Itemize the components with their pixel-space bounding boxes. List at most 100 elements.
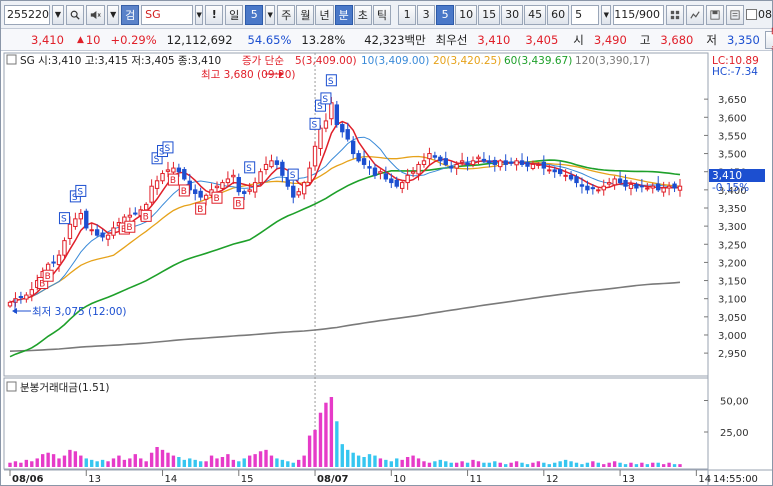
time-axis: 08/06 13 14 15 08/07 10 11 12 13 14 14:55:00 [9, 470, 758, 485]
tick-button-30[interactable]: 30 [501, 4, 524, 25]
candle-body [410, 171, 416, 174]
volume-bar [258, 451, 263, 467]
volume-bar [95, 461, 99, 467]
time-tick-label: 11 [470, 474, 483, 485]
indicator-tool-button[interactable] [686, 4, 704, 25]
volume-bar [51, 454, 56, 467]
high-label: 고 [639, 32, 651, 47]
legend-checkbox-icon[interactable] [6, 54, 17, 65]
tick-button-1[interactable]: 1 [398, 4, 417, 25]
volume-bar [84, 458, 88, 467]
interval-button-0[interactable]: 주 [277, 4, 296, 25]
period-dropdown-button[interactable]: ▼ [265, 4, 276, 25]
count-dropdown-button[interactable]: ▼ [601, 4, 612, 25]
count-select[interactable]: 5 [571, 4, 600, 25]
ma120-legend: 120(3,390,17) [575, 55, 650, 67]
interval-button-5[interactable]: 틱 [372, 4, 391, 25]
candle-body [165, 169, 171, 172]
candle-body [171, 167, 176, 173]
buy-button[interactable]: 매수 [764, 25, 773, 55]
alert-button[interactable]: ! [205, 4, 224, 25]
candle-body [514, 160, 519, 166]
candle-body [568, 174, 574, 180]
tick-button-15[interactable]: 15 [478, 4, 501, 25]
bid-price-1: 3,410 [477, 32, 511, 47]
trend-line-icon [690, 10, 700, 19]
time-checkbox[interactable]: 08 [746, 8, 772, 21]
volume-bar [618, 462, 622, 467]
ma60-legend: 60(3,439.67) [504, 55, 572, 67]
candle-body [24, 294, 29, 300]
speaker-dropdown-button[interactable]: ▼ [107, 4, 120, 25]
volume-bar [574, 462, 579, 467]
stock-code-input[interactable]: 255220 [4, 4, 50, 25]
price-tick-label: 3,650 [718, 95, 747, 106]
time-tick-label: 08/06 [12, 474, 44, 485]
candle-body [623, 179, 628, 187]
candle-body [323, 120, 329, 129]
interval-button-2[interactable]: 년 [315, 4, 334, 25]
interval-button-1[interactable]: 월 [296, 4, 315, 25]
range-field[interactable]: 115/900 [613, 4, 664, 25]
volume-bar [400, 459, 404, 467]
high-price: 3,680 [660, 32, 694, 47]
candle-body [634, 183, 639, 189]
low-marker-label: 최저 3,075 (12:00) [32, 306, 127, 318]
volume-bar [465, 462, 470, 467]
candle-body [465, 162, 470, 165]
candle-body [274, 160, 280, 165]
volume-bar [667, 462, 671, 467]
settings-button[interactable] [726, 4, 744, 25]
stock-name-field[interactable]: SG [141, 4, 194, 25]
speaker-button[interactable] [86, 4, 106, 25]
candle-body [291, 185, 296, 198]
tick-button-5[interactable]: 5 [436, 4, 455, 25]
candle-body [421, 160, 427, 165]
price-chart[interactable]: 3,6503,6003,5503,5003,4503,4003,3503,300… [1, 51, 772, 485]
candle-body [149, 185, 154, 203]
period-select[interactable]: 5 [245, 4, 264, 25]
candle-body [127, 214, 133, 218]
open-label: 시 [573, 32, 584, 47]
volume-bar [504, 464, 508, 467]
volume-bar [68, 449, 72, 467]
grid-tool-button[interactable] [666, 4, 684, 25]
candle-body [590, 187, 596, 190]
theme-label: 검 [125, 8, 136, 22]
volume-legend-checkbox-icon[interactable] [6, 381, 17, 392]
candle-body [296, 191, 301, 196]
search-button[interactable] [66, 4, 84, 25]
ratio-1: 54.65% [247, 32, 292, 47]
volume-bar [514, 461, 519, 467]
current-price: 3,410 [31, 32, 64, 47]
candle-body [18, 296, 24, 299]
candle-body [154, 180, 160, 189]
theme-button[interactable]: 검 [121, 4, 140, 25]
save-button[interactable] [706, 4, 724, 25]
name-dropdown-button[interactable]: ▼ [195, 4, 204, 25]
tick-button-45[interactable]: 45 [524, 4, 547, 25]
volume-bar [563, 459, 568, 467]
grid-icon [670, 10, 680, 19]
volume-bar [204, 461, 208, 467]
volume-tick-label: 25,00 [720, 428, 749, 439]
ma5-legend: 5(3,409.00) [295, 55, 357, 67]
sell-signal-letter: S [61, 215, 67, 225]
volume-bar [651, 462, 655, 467]
candle-body [661, 187, 666, 193]
tick-button-3[interactable]: 3 [417, 4, 436, 25]
code-dropdown-button[interactable]: ▼ [52, 4, 64, 25]
volume-bar [661, 464, 666, 467]
volume-bar [62, 455, 67, 467]
interval-button-3[interactable]: 분 [334, 4, 353, 25]
stock-code-value: 255220 [7, 8, 49, 21]
day-button[interactable]: 일 [225, 4, 244, 25]
price-tick-label: 3,500 [718, 150, 747, 161]
interval-button-4[interactable]: 초 [353, 4, 372, 25]
volume-bar [188, 458, 192, 467]
tick-button-60[interactable]: 60 [547, 4, 570, 25]
candle-body [51, 261, 56, 264]
candle-body [203, 194, 209, 200]
tick-button-10[interactable]: 10 [455, 4, 478, 25]
candle-body [416, 163, 421, 175]
